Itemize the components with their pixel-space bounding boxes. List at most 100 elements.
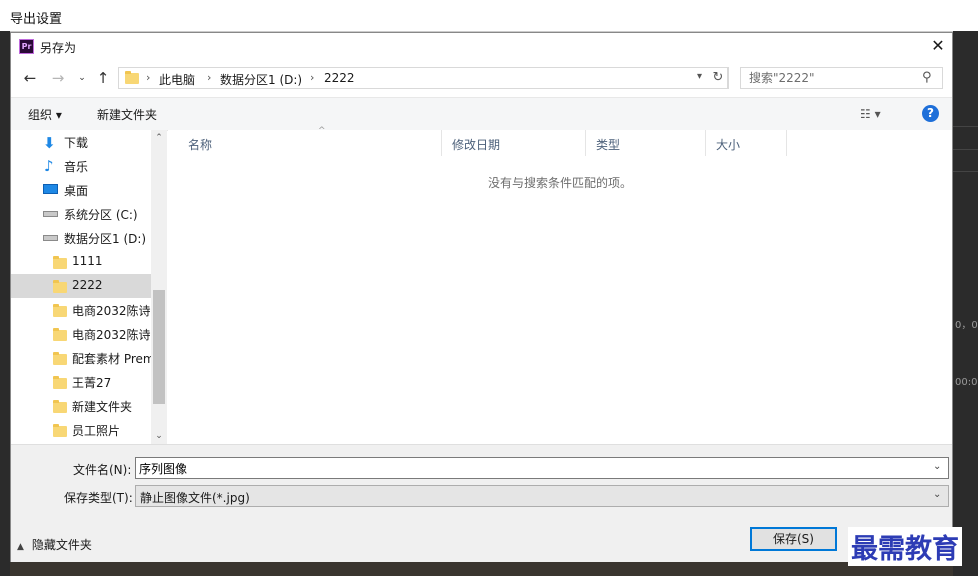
drive-icon: [43, 211, 58, 217]
nav-item-label: 王菁27: [72, 376, 112, 390]
help-icon[interactable]: ?: [922, 105, 939, 122]
search-input[interactable]: [741, 68, 924, 88]
nav-item-label: 音乐: [64, 160, 89, 174]
hide-folders-toggle[interactable]: ▲ 隐藏文件夹: [17, 536, 92, 553]
nav-item-label: 1111: [72, 254, 103, 268]
navigation-bar: ← → ⌄ ↑ › 此电脑 › 数据分区1 (D:) › 2222 ▾ ↻ ⚲: [11, 61, 952, 95]
save-button[interactable]: 保存(S): [750, 527, 837, 551]
filename-combobox[interactable]: ⌄: [135, 457, 949, 479]
background-right-panel: 0，0 00:00: [953, 31, 978, 576]
nav-item-folder-materials[interactable]: 配套素材 Premiere: [11, 346, 151, 370]
nav-item-folder-ecommerce-1[interactable]: 电商2032陈诗源: [11, 298, 151, 322]
save-as-dialog: Pr 另存为 ✕ ← → ⌄ ↑ › 此电脑 › 数据分区1 (D:) › 22…: [10, 32, 953, 562]
column-header-label: 名称: [188, 138, 213, 152]
download-icon: ⬇: [43, 134, 56, 152]
column-header-label: 大小: [716, 138, 741, 152]
nav-item-folder-ecommerce-2[interactable]: 电商2032陈诗源: [11, 322, 151, 346]
forward-arrow-icon[interactable]: →: [49, 69, 67, 87]
drive-icon: [43, 235, 58, 241]
address-bar[interactable]: › 此电脑 › 数据分区1 (D:) › 2222 ▾: [118, 67, 728, 89]
nav-item-folder-2222[interactable]: 2222: [11, 274, 151, 298]
refresh-icon[interactable]: ↻: [708, 67, 729, 89]
chevron-down-icon[interactable]: ⌄: [933, 489, 941, 500]
music-icon: ♪: [44, 157, 54, 175]
back-arrow-icon[interactable]: ←: [21, 69, 39, 87]
column-header-type[interactable]: 类型: [586, 130, 706, 156]
column-header-date[interactable]: 修改日期: [442, 130, 586, 156]
breadcrumb-drive-d[interactable]: 数据分区1 (D:): [220, 71, 302, 88]
breadcrumb-this-pc[interactable]: 此电脑: [159, 71, 195, 88]
scroll-up-icon[interactable]: ⌃: [151, 130, 167, 146]
folder-icon: [53, 304, 67, 317]
folder-icon: [53, 328, 67, 341]
background-text-2: 00:00: [955, 377, 978, 388]
folder-icon: [53, 424, 67, 437]
search-icon[interactable]: ⚲: [922, 70, 932, 85]
watermark-logo: 最需教育: [848, 527, 962, 566]
command-bar: 组织 ▾ 新建文件夹 ☷ ▾ ?: [11, 97, 952, 131]
caret-up-icon: ▲: [17, 542, 24, 552]
folder-icon: [125, 71, 139, 84]
folder-icon: [53, 352, 67, 365]
breadcrumb-separator[interactable]: ›: [310, 71, 314, 84]
nav-item-label: 电商2032陈诗源: [72, 328, 151, 342]
nav-item-label: 桌面: [64, 184, 89, 198]
search-box[interactable]: ⚲: [740, 67, 943, 89]
organize-menu-button[interactable]: 组织 ▾: [28, 106, 62, 123]
nav-item-label: 配套素材 Premiere: [72, 352, 151, 366]
nav-item-folder-new[interactable]: 新建文件夹: [11, 394, 151, 418]
chevron-down-icon[interactable]: ▾: [697, 71, 702, 82]
background-window-titlebar: 导出设置: [0, 0, 978, 32]
navigation-pane: ⬇ 下载 ♪ 音乐 桌面 系统分区 (C:) 数据分区1 (D:) 1111 2…: [11, 130, 167, 444]
view-options-icon[interactable]: ☷ ▾: [860, 107, 881, 121]
nav-item-desktop[interactable]: 桌面: [11, 178, 151, 202]
filename-input[interactable]: [139, 460, 919, 476]
folder-icon: [53, 280, 67, 293]
filetype-value: 静止图像文件(*.jpg): [140, 491, 250, 505]
nav-item-label: 员工照片: [72, 424, 121, 438]
nav-item-label: 下载: [64, 136, 89, 150]
folder-icon: [53, 376, 67, 389]
background-text-1: 0，0: [955, 320, 978, 331]
dialog-title: 另存为: [40, 41, 77, 55]
file-list-pane: 名称 ^ 修改日期 类型 大小 没有与搜索条件匹配的项。: [168, 126, 952, 444]
recent-locations-chevron-icon[interactable]: ⌄: [73, 69, 91, 87]
nav-item-label: 系统分区 (C:): [64, 208, 138, 222]
breadcrumb-separator[interactable]: ›: [207, 71, 211, 84]
column-header-size[interactable]: 大小: [706, 130, 787, 156]
column-header-label: 类型: [596, 138, 621, 152]
chevron-down-icon[interactable]: ⌄: [933, 461, 941, 472]
folder-icon: [53, 256, 67, 269]
nav-item-label: 电商2032陈诗源: [72, 304, 151, 318]
column-header-name[interactable]: 名称 ^: [178, 126, 442, 156]
folder-icon: [53, 400, 67, 413]
filetype-label: 保存类型(T):: [64, 491, 133, 505]
nav-item-folder-1111[interactable]: 1111: [11, 250, 151, 274]
filename-label: 文件名(N):: [73, 463, 132, 477]
column-header-label: 修改日期: [452, 138, 501, 152]
dialog-footer: 文件名(N): ⌄ 保存类型(T): 静止图像文件(*.jpg) ⌄ ▲ 隐藏文件…: [11, 444, 952, 562]
breadcrumb-separator[interactable]: ›: [146, 71, 150, 84]
nav-item-drive-d[interactable]: 数据分区1 (D:): [11, 226, 151, 250]
up-arrow-icon[interactable]: ↑: [94, 69, 112, 87]
new-folder-button[interactable]: 新建文件夹: [97, 106, 157, 123]
scrollbar-thumb[interactable]: [153, 290, 165, 404]
empty-folder-message: 没有与搜索条件匹配的项。: [487, 176, 632, 190]
nav-item-folder-staff-photos[interactable]: 员工照片: [11, 418, 151, 442]
background-left-strip: [0, 31, 10, 576]
nav-item-downloads[interactable]: ⬇ 下载: [11, 130, 151, 154]
filetype-select[interactable]: 静止图像文件(*.jpg) ⌄: [135, 485, 949, 507]
nav-item-music[interactable]: ♪ 音乐: [11, 154, 151, 178]
nav-item-label: 2222: [72, 278, 103, 292]
close-button[interactable]: ✕: [929, 37, 947, 55]
breadcrumb-2222[interactable]: 2222: [324, 71, 355, 85]
nav-item-drive-c[interactable]: 系统分区 (C:): [11, 202, 151, 226]
nav-item-folder-wangjing[interactable]: 王菁27: [11, 370, 151, 394]
sort-arrow-icon: ^: [318, 126, 326, 136]
premiere-app-icon: Pr: [19, 39, 34, 54]
background-window-title: 导出设置: [10, 12, 63, 27]
scroll-down-icon[interactable]: ⌄: [151, 428, 167, 444]
nav-pane-scrollbar[interactable]: ⌃ ⌄: [151, 130, 167, 444]
nav-item-label: 新建文件夹: [72, 400, 133, 414]
desktop-icon: [43, 184, 58, 194]
